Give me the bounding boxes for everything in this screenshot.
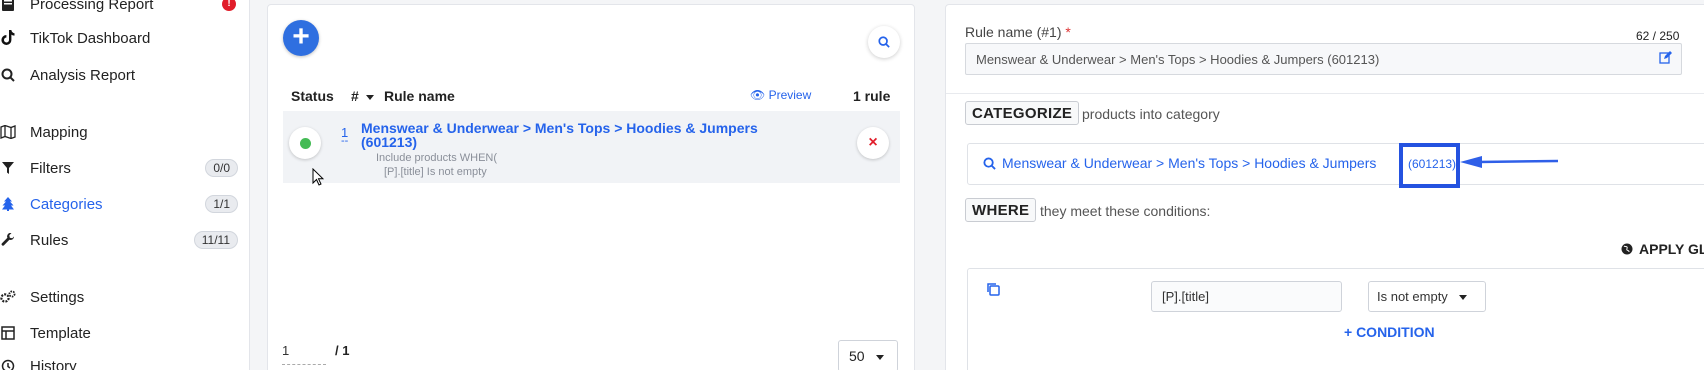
sidebar-item-history[interactable]: History <box>0 352 238 370</box>
sidebar-item-label: Template <box>30 324 91 342</box>
search-icon <box>983 156 996 170</box>
category-link[interactable]: Menswear & Underwear > Men's Tops > Hood… <box>983 155 1376 171</box>
rule-list-panel: + Status # Rule name 👁 Preview 1 rule 1 … <box>267 4 915 370</box>
table-row[interactable]: 1 -- Menswear & Underwear > Men's Tops >… <box>283 111 900 183</box>
rule-description-line: Include products WHEN( <box>376 152 498 164</box>
row-number-sub: -- <box>341 135 349 147</box>
apply-global-button[interactable]: APPLY GL <box>1621 241 1704 257</box>
chevron-down-icon <box>876 354 885 360</box>
sidebar-item-processing-report[interactable]: Processing Report ! <box>0 0 238 18</box>
preview-label: Preview <box>768 88 812 102</box>
sidebar-item-label: History <box>30 357 77 370</box>
sidebar-item-label: Settings <box>30 288 85 306</box>
rule-name-label: Rule name (#1) * <box>965 24 1071 40</box>
condition-operator-select[interactable]: Is not empty <box>1368 281 1486 312</box>
page-input[interactable]: 1 <box>282 343 326 365</box>
apply-global-label: APPLY GL <box>1639 241 1704 257</box>
page-total: / 1 <box>335 343 350 358</box>
where-description: they meet these conditions: <box>1040 203 1211 219</box>
rule-title-link[interactable]: Menswear & Underwear > Men's Tops > Hood… <box>361 121 781 149</box>
sidebar-item-rules[interactable]: Rules 11/11 <box>0 226 238 254</box>
mouse-cursor-icon <box>312 168 324 186</box>
rule-name-input[interactable]: Menswear & Underwear > Men's Tops > Hood… <box>965 43 1682 75</box>
report-icon <box>0 0 16 12</box>
preview-link[interactable]: 👁 Preview <box>750 88 811 102</box>
categorize-description: products into category <box>1082 106 1220 122</box>
add-rule-button[interactable]: + <box>283 20 319 56</box>
alert-badge: ! <box>222 0 236 11</box>
history-icon <box>0 358 16 370</box>
sidebar: Processing Report ! TikTok Dashboard Ana… <box>0 0 250 370</box>
search-icon <box>0 67 16 83</box>
column-header-status: Status <box>291 88 334 104</box>
sidebar-item-label: Rules <box>30 231 69 249</box>
wrench-icon <box>0 232 16 248</box>
search-icon <box>878 36 890 48</box>
sidebar-item-template[interactable]: Template <box>0 319 238 347</box>
categories-count-badge: 1/1 <box>205 195 238 213</box>
sidebar-item-label: Mapping <box>30 123 88 141</box>
status-on-indicator <box>299 137 311 149</box>
category-path: Menswear & Underwear > Men's Tops > Hood… <box>1002 155 1377 171</box>
sidebar-item-tiktok-dashboard[interactable]: TikTok Dashboard <box>0 24 238 52</box>
sidebar-item-categories[interactable]: Categories 1/1 <box>0 190 238 218</box>
edit-icon[interactable] <box>1659 51 1672 64</box>
categorize-keyword: CATEGORIZE <box>965 101 1080 125</box>
column-header-number[interactable]: # <box>351 88 374 104</box>
per-page-select[interactable]: 50 <box>838 340 898 370</box>
required-mark: * <box>1065 24 1071 40</box>
delete-rule-button[interactable]: × <box>857 127 889 159</box>
character-counter: 62 / 250 <box>1636 29 1680 43</box>
search-button[interactable] <box>868 26 900 58</box>
sidebar-item-label: Analysis Report <box>30 66 136 84</box>
sort-caret-icon <box>365 94 374 100</box>
rule-count: 1 rule <box>853 88 891 104</box>
highlight-box <box>1399 143 1460 188</box>
column-header-number-label: # <box>351 88 359 104</box>
operator-value: Is not empty <box>1377 289 1448 304</box>
tree-icon <box>0 196 16 212</box>
sidebar-item-settings[interactable]: Settings <box>0 283 238 311</box>
sidebar-item-label: Categories <box>30 195 103 213</box>
column-header-rule-name: Rule name <box>384 88 455 104</box>
divider <box>946 93 1704 94</box>
add-condition-button[interactable]: + CONDITION <box>1344 324 1435 340</box>
filters-count-badge: 0/0 <box>205 159 238 177</box>
sidebar-item-mapping[interactable]: Mapping <box>0 118 238 146</box>
sidebar-item-analysis-report[interactable]: Analysis Report <box>0 61 238 89</box>
status-toggle[interactable] <box>289 127 321 159</box>
rule-description: Include products WHEN( [P].[title] Is no… <box>376 151 497 179</box>
rule-name-label-text: Rule name (#1) <box>965 24 1062 40</box>
sidebar-item-label: TikTok Dashboard <box>30 29 151 47</box>
sidebar-item-label: Processing Report <box>30 0 154 13</box>
copy-icon[interactable] <box>986 282 1000 296</box>
where-keyword: WHERE <box>965 198 1037 222</box>
globe-icon <box>1621 243 1633 255</box>
sidebar-item-label: Filters <box>30 159 71 177</box>
condition-field-input[interactable]: [P].[title] <box>1151 281 1342 312</box>
eye-icon: 👁 <box>750 88 766 102</box>
gears-icon <box>0 289 16 305</box>
chevron-down-icon <box>1459 295 1468 301</box>
filter-icon <box>0 160 16 176</box>
per-page-value: 50 <box>849 348 865 364</box>
rule-editor-panel: Rule name (#1) * 62 / 250 Menswear & Und… <box>945 4 1704 370</box>
map-icon <box>0 124 16 140</box>
rules-count-badge: 11/11 <box>193 231 238 249</box>
rule-description-line: [P].[title] Is not empty <box>384 166 487 178</box>
sidebar-item-filters[interactable]: Filters 0/0 <box>0 154 238 182</box>
template-icon <box>0 325 16 341</box>
annotation-arrow <box>1460 156 1559 168</box>
tiktok-icon <box>0 30 16 46</box>
